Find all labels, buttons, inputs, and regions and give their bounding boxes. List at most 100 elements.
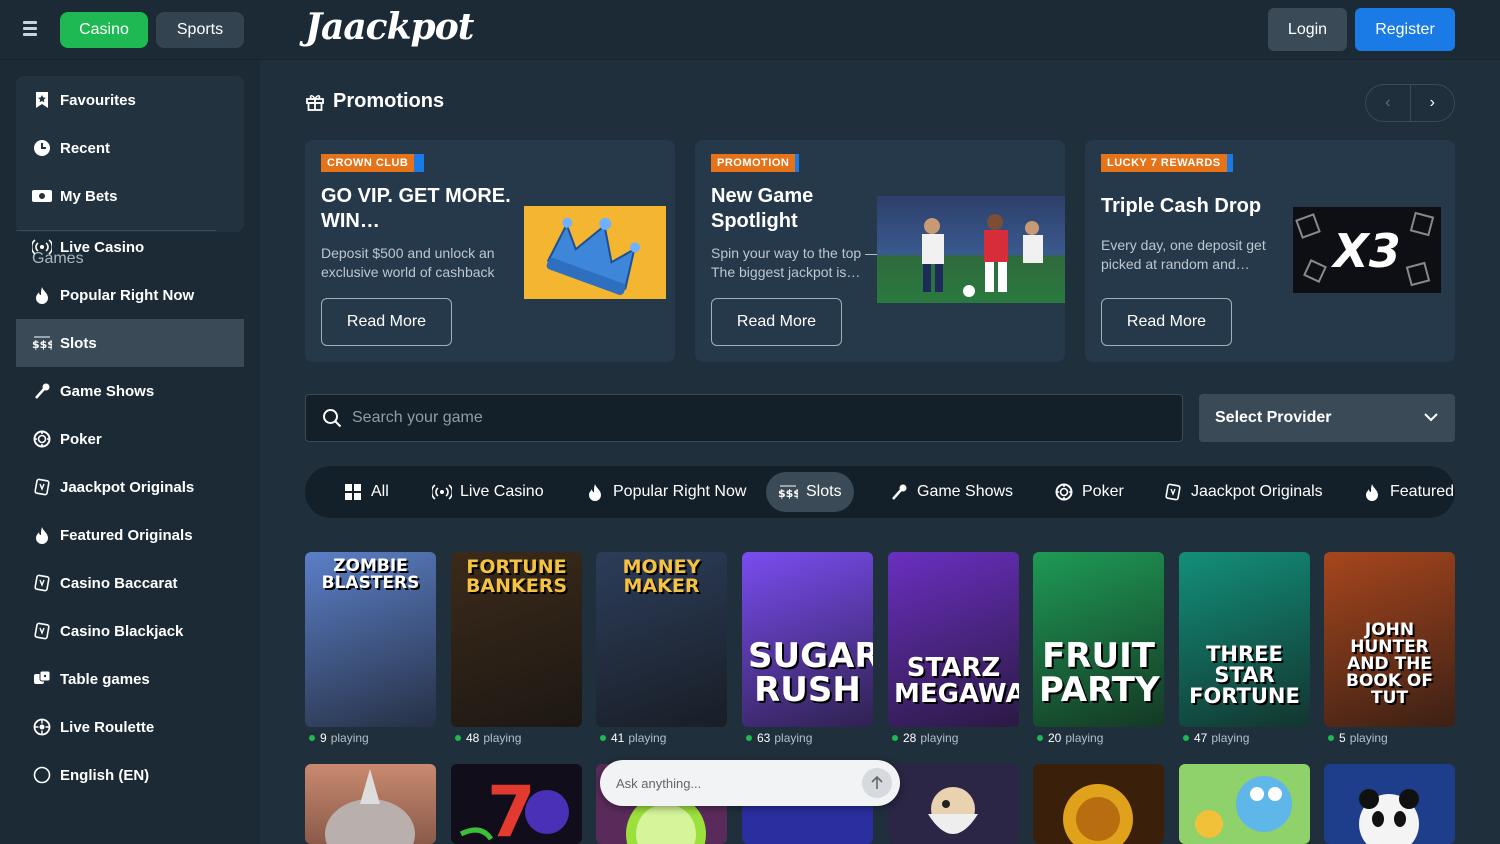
sidebar-item-featured-originals[interactable]: Featured Originals (16, 511, 244, 559)
game-tile[interactable]: MONEY MAKER (596, 552, 727, 727)
sidebar-item-live-roulette[interactable]: Live Roulette (16, 703, 244, 751)
sidebar-item-my-bets[interactable]: My Bets (16, 172, 244, 220)
tab-label: Slots (806, 483, 842, 500)
promo-description: Every day, one deposit get picked at ran… (1101, 237, 1266, 272)
sidebar: Favourites Recent My Bets Games Live Cas… (0, 60, 260, 844)
provider-select[interactable]: Select Provider (1199, 394, 1455, 442)
svg-text:$$$: $$$ (778, 487, 798, 500)
game-tile[interactable]: FORTUNE BANKERS (451, 552, 582, 727)
live-dot-icon (892, 735, 898, 741)
player-count-number: 5 (1339, 731, 1346, 745)
ask-input[interactable] (616, 775, 846, 791)
tab-all[interactable]: All (331, 472, 401, 512)
hamburger-menu-icon[interactable] (16, 18, 44, 42)
game-tile[interactable]: JOHN HUNTER AND THE BOOK OF TUT (1324, 552, 1455, 727)
player-count: 63 playing (746, 731, 812, 745)
bookmark-icon (32, 90, 52, 110)
tab-jaackpot-originals[interactable]: Jaackpot Originals (1151, 472, 1335, 512)
logo[interactable]: Jaackpot (305, 6, 474, 48)
register-button[interactable]: Register (1355, 8, 1455, 51)
player-count-label: playing (1349, 731, 1388, 745)
tab-label: Featured Originals (1390, 483, 1455, 500)
game-tile-rhino[interactable] (305, 764, 436, 844)
game-title: FRUIT PARTY (1039, 636, 1160, 710)
promo-title: New Game Spotlight (711, 185, 814, 232)
tab-label: Game Shows (917, 483, 1014, 500)
sidebar-item-game-shows[interactable]: Game Shows (16, 367, 244, 415)
game-tile-panda[interactable] (1324, 764, 1455, 844)
game-tile-fish[interactable] (1179, 764, 1310, 844)
read-more-button[interactable]: Read More (1101, 298, 1232, 346)
game-title: THREE STAR FORTUNE (1189, 642, 1300, 708)
roulette-icon (32, 717, 52, 737)
promo-description: Spin your way to the top — The biggest j… (711, 245, 880, 280)
sidebar-item-casino-blackjack[interactable]: Casino Blackjack (16, 607, 244, 655)
promo-card-triple-cash[interactable]: LUCKY 7 REWARDS Triple Cash Drop Every d… (1085, 140, 1455, 362)
tab-featured-originals[interactable]: Featured Originals (1350, 472, 1455, 512)
tab-slots[interactable]: $$$ Slots (766, 472, 854, 512)
sidebar-item-casino-baccarat[interactable]: Casino Baccarat (16, 559, 244, 607)
tab-game-shows[interactable]: Game Shows (877, 472, 1025, 512)
promo-card-crown-club[interactable]: CROWN CLUB GO VIP. GET MORE. WIN… Deposi… (305, 140, 675, 362)
game-tile[interactable]: THREE STAR FORTUNE (1179, 552, 1310, 727)
player-count-number: 48 (466, 731, 480, 745)
game-tile[interactable]: ZOMBIE BLASTERS (305, 552, 436, 727)
player-count-number: 20 (1048, 731, 1062, 745)
send-arrow-icon[interactable] (862, 768, 892, 798)
football-players-image (877, 196, 1065, 303)
sidebar-item-jaackpot-originals[interactable]: Jaackpot Originals (16, 463, 244, 511)
chevron-right-icon[interactable]: › (1411, 85, 1455, 121)
live-dot-icon (455, 735, 461, 741)
sidebar-item-english-en[interactable]: English (EN) (16, 751, 244, 799)
game-tile[interactable]: FRUIT PARTY (1033, 552, 1164, 727)
flame-icon (32, 285, 52, 305)
game-tile-sevens[interactable]: 7 (451, 764, 582, 844)
sidebar-item-label: Live Roulette (60, 718, 155, 736)
chevron-down-icon (1423, 409, 1439, 427)
game-tile[interactable]: SUGAR RUSH (742, 552, 873, 727)
tab-label: All (371, 483, 389, 500)
promo-card-new-game[interactable]: PROMOTION New Game Spotlight Spin your w… (695, 140, 1065, 362)
game-tile-dragon[interactable] (1033, 764, 1164, 844)
tab-poker[interactable]: Poker (1042, 472, 1136, 512)
sidebar-item-slots[interactable]: $$$ Slots (16, 319, 244, 367)
search-input[interactable] (352, 409, 1152, 427)
sidebar-item-label: My Bets (60, 187, 118, 205)
player-count: 48 playing (455, 731, 521, 745)
game-title: FORTUNE BANKERS (465, 556, 568, 597)
promo-tag: PROMOTION (711, 154, 800, 172)
sidebar-item-recent[interactable]: Recent (16, 124, 244, 172)
sidebar-item-label: Favourites (60, 91, 136, 109)
tab-live-casino[interactable]: Live Casino (420, 472, 556, 512)
player-count-label: playing (1211, 731, 1250, 745)
promo-tag: LUCKY 7 REWARDS (1101, 154, 1233, 172)
live-dot-icon (746, 735, 752, 741)
sidebar-item-favourites[interactable]: Favourites (16, 76, 244, 124)
sidebar-item-label: Table games (60, 670, 150, 688)
sidebar-divider (16, 230, 216, 231)
player-count-number: 63 (757, 731, 771, 745)
sidebar-item-label: English (EN) (60, 766, 150, 784)
game-title: STARZ MEGAWAYS (894, 653, 1019, 709)
game-tile[interactable]: STARZ MEGAWAYS (888, 552, 1019, 727)
player-count-number: 41 (611, 731, 625, 745)
sidebar-item-table-games[interactable]: Table games (16, 655, 244, 703)
game-tile-wizard[interactable] (888, 764, 1019, 844)
sidebar-item-live-casino[interactable]: Live Casino (16, 236, 244, 271)
flame-icon (1362, 482, 1382, 502)
sidebar-item-label: Recent (60, 139, 111, 157)
dice-icon (32, 669, 52, 689)
tab-label: Jaackpot Originals (1191, 483, 1323, 500)
read-more-button[interactable]: Read More (321, 298, 452, 346)
login-button[interactable]: Login (1268, 8, 1347, 51)
sidebar-item-popular-right-now[interactable]: Popular Right Now (16, 271, 244, 319)
sports-tab[interactable]: Sports (156, 12, 244, 48)
tab-popular-right-now[interactable]: Popular Right Now (573, 472, 758, 512)
promotions-title: Promotions (305, 90, 444, 113)
broadcast-icon (32, 237, 52, 257)
casino-tab[interactable]: Casino (60, 12, 148, 48)
broadcast-icon (432, 482, 452, 502)
chevron-left-icon[interactable]: ‹ (1366, 85, 1411, 121)
read-more-button[interactable]: Read More (711, 298, 842, 346)
sidebar-item-poker[interactable]: Poker (16, 415, 244, 463)
